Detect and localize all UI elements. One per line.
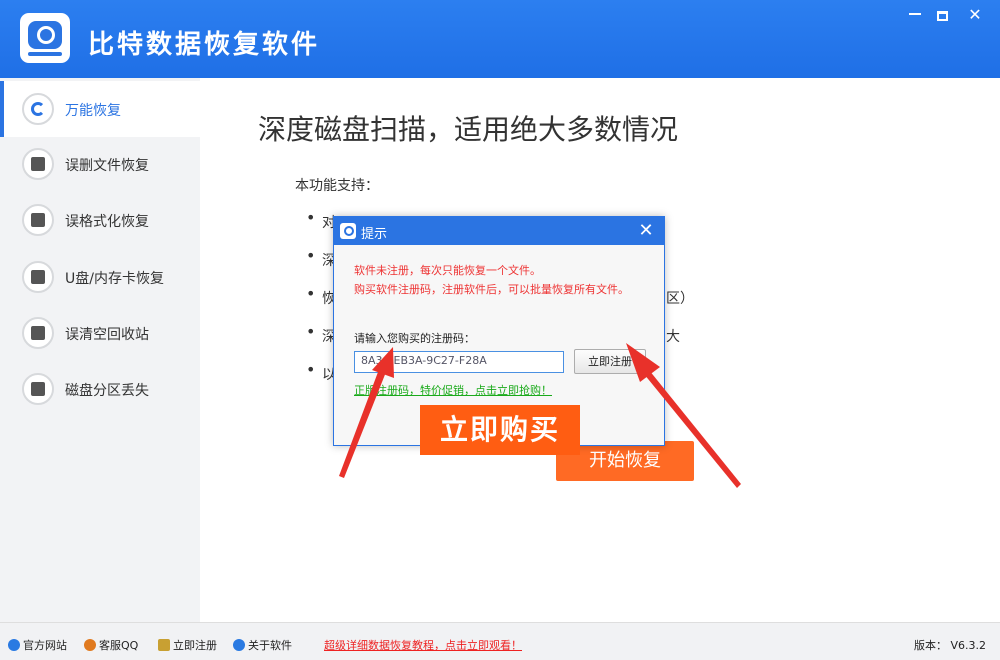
code-prompt: 请输入您购买的注册码： — [354, 332, 475, 345]
trash-icon — [22, 317, 54, 349]
folder-icon — [22, 148, 54, 180]
undo-icon — [22, 93, 54, 125]
support-label: 本功能支持： — [295, 178, 379, 194]
sidebar-item-partition-recovery[interactable]: 磁盘分区丢失 — [0, 361, 200, 417]
maximize-button[interactable] — [930, 5, 954, 25]
usb-drive-icon — [22, 261, 54, 293]
status-item-label: 官方网站 — [23, 639, 67, 652]
official-site-link[interactable]: 官方网站 — [8, 637, 67, 653]
dialog-title: 提示 — [361, 227, 388, 242]
unregistered-notice: 软件未注册，每次只能恢复一个文件。 — [354, 264, 541, 277]
sidebar-item-format-recovery[interactable]: 误格式化恢复 — [0, 192, 200, 248]
minimize-icon — [909, 12, 921, 15]
bullet-dot: • — [306, 360, 316, 379]
registration-dialog: 提示 ✕ 软件未注册，每次只能恢复一个文件。 购买软件注册码，注册软件后，可以批… — [333, 216, 665, 455]
minimize-button[interactable] — [903, 5, 927, 25]
dialog-header: 提示 ✕ — [334, 217, 664, 245]
status-item-label: 关于软件 — [248, 639, 292, 652]
app-title: 比特数据恢复软件 — [88, 30, 321, 60]
ie-icon — [8, 639, 20, 651]
promo-link[interactable]: 正版注册码，特价促销，点击立即抢购！ — [354, 382, 552, 398]
format-disk-icon — [22, 204, 54, 236]
feature-item-tail: 大 — [666, 329, 680, 345]
sidebar: 万能恢复 误删文件恢复 误格式化恢复 U盘/内存卡恢复 误清空回收站 磁盘分区丢… — [0, 78, 200, 622]
bullet-dot: • — [306, 246, 316, 265]
version-label: 版本： V6.3.2 — [914, 639, 987, 652]
sidebar-item-recycle-bin-recovery[interactable]: 误清空回收站 — [0, 305, 200, 361]
register-button[interactable]: 立即注册 — [574, 349, 646, 374]
bullet-dot: • — [306, 208, 316, 227]
sidebar-item-deleted-file-recovery[interactable]: 误删文件恢复 — [0, 136, 200, 192]
dialog-body: 软件未注册，每次只能恢复一个文件。 购买软件注册码，注册软件后，可以批量恢复所有… — [334, 245, 664, 455]
qq-icon — [84, 639, 96, 651]
title-bar: 比特数据恢复软件 ✕ — [0, 0, 1000, 78]
sidebar-item-label: 误删文件恢复 — [65, 158, 149, 174]
buy-now-button[interactable]: 立即购买 — [420, 405, 580, 455]
support-qq-link[interactable]: 客服QQ — [84, 637, 138, 653]
page-title: 深度磁盘扫描，适用绝大多数情况 — [258, 113, 679, 146]
sidebar-item-universal-recovery[interactable]: 万能恢复 — [0, 81, 200, 137]
register-now-link[interactable]: 立即注册 — [158, 637, 217, 653]
feature-item-tail: 区） — [666, 291, 694, 307]
bullet-dot: • — [306, 322, 316, 341]
status-item-label: 立即注册 — [173, 639, 217, 652]
info-icon — [233, 639, 245, 651]
sidebar-item-label: 误清空回收站 — [65, 327, 149, 343]
close-button[interactable]: ✕ — [963, 5, 987, 25]
app-logo-icon — [20, 13, 70, 63]
bullet-dot: • — [306, 284, 316, 303]
dialog-close-button[interactable]: ✕ — [636, 220, 656, 241]
pencil-icon — [158, 639, 170, 651]
sidebar-item-label: 磁盘分区丢失 — [65, 383, 149, 399]
status-bar: 官方网站 客服QQ 立即注册 关于软件 超级详细数据恢复教程，点击立即观看！ 版… — [0, 622, 1000, 660]
status-item-label: 客服QQ — [99, 639, 139, 652]
registration-code-input[interactable]: 8A34-EB3A-9C27-F28A — [354, 351, 564, 373]
app-small-icon — [340, 223, 356, 239]
about-link[interactable]: 关于软件 — [233, 637, 292, 653]
sidebar-item-label: 万能恢复 — [65, 103, 121, 119]
purchase-notice: 购买软件注册码，注册软件后，可以批量恢复所有文件。 — [354, 283, 629, 296]
sidebar-item-label: 误格式化恢复 — [65, 214, 149, 230]
sidebar-item-usb-recovery[interactable]: U盘/内存卡恢复 — [0, 249, 200, 305]
disk-partition-icon — [22, 373, 54, 405]
maximize-icon — [936, 10, 948, 21]
tutorial-link[interactable]: 超级详细数据恢复教程，点击立即观看！ — [324, 637, 522, 653]
sidebar-item-label: U盘/内存卡恢复 — [65, 271, 164, 287]
